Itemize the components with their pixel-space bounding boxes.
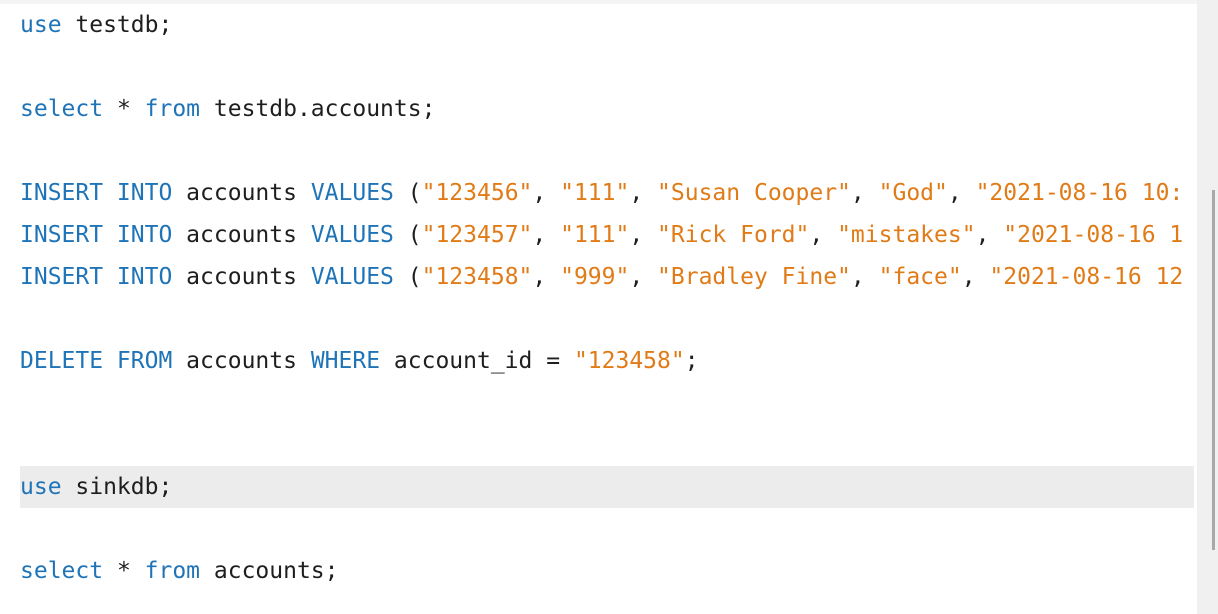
- code-text: (: [393, 264, 422, 290]
- code-text: accounts: [172, 264, 311, 290]
- code-line-14[interactable]: select * from accounts;: [20, 550, 1194, 592]
- sql-keyword: VALUES: [310, 264, 394, 290]
- code-text: testdb;: [61, 12, 173, 38]
- sql-keyword: WHERE: [310, 348, 381, 374]
- sql-keyword: from: [144, 96, 201, 122]
- code-text: ,: [850, 264, 879, 290]
- sql-editor[interactable]: use testdb; select * from testdb.account…: [0, 0, 1197, 614]
- string-literal: "123456": [421, 180, 533, 206]
- scrollbar-thumb[interactable]: [1212, 190, 1215, 550]
- code-text: ,: [532, 180, 561, 206]
- sql-keyword: select: [20, 558, 104, 584]
- sql-keyword: from: [144, 558, 201, 584]
- string-literal: "Bradley Fine": [657, 264, 851, 290]
- code-line-10[interactable]: [20, 382, 1194, 424]
- string-literal: "2021-08-16 1: [1003, 222, 1184, 248]
- code-text: ,: [947, 180, 976, 206]
- code-text: ;: [684, 348, 699, 374]
- code-line-1[interactable]: use testdb;: [20, 4, 1194, 46]
- code-text: ,: [629, 264, 658, 290]
- code-text: (: [393, 222, 422, 248]
- code-text: ,: [629, 222, 658, 248]
- code-text: testdb.accounts;: [200, 96, 436, 122]
- string-literal: "111": [560, 222, 630, 248]
- sql-keyword: INSERT INTO: [20, 222, 173, 248]
- code-line-7[interactable]: INSERT INTO accounts VALUES ("123458", "…: [20, 256, 1194, 298]
- string-literal: "2021-08-16 10:: [975, 180, 1184, 206]
- code-text: *: [103, 96, 145, 122]
- code-line-5[interactable]: INSERT INTO accounts VALUES ("123456", "…: [20, 172, 1194, 214]
- sql-keyword: INSERT INTO: [20, 264, 173, 290]
- code-line-2[interactable]: [20, 46, 1194, 88]
- sql-keyword: INSERT INTO: [20, 180, 173, 206]
- code-line-9[interactable]: DELETE FROM accounts WHERE account_id = …: [20, 340, 1194, 382]
- string-literal: "God": [878, 180, 948, 206]
- code-text: accounts;: [200, 558, 339, 584]
- vertical-scrollbar[interactable]: [1197, 0, 1218, 614]
- code-text: ,: [532, 222, 561, 248]
- code-text: sinkdb;: [61, 474, 173, 500]
- code-text: ,: [809, 222, 838, 248]
- code-text: accounts: [172, 180, 311, 206]
- string-literal: "123457": [421, 222, 533, 248]
- sql-keyword: use: [20, 12, 62, 38]
- code-text: accounts: [172, 222, 311, 248]
- code-line-4[interactable]: [20, 130, 1194, 172]
- sql-keyword: use: [20, 474, 62, 500]
- code-line-13[interactable]: [20, 508, 1194, 550]
- string-literal: "Rick Ford": [657, 222, 810, 248]
- code-text: ,: [975, 222, 1004, 248]
- code-text: ,: [850, 180, 879, 206]
- sql-keyword: select: [20, 96, 104, 122]
- sql-keyword: VALUES: [310, 222, 394, 248]
- string-literal: "Susan Cooper": [657, 180, 851, 206]
- sql-keyword: VALUES: [310, 180, 394, 206]
- code-text: ,: [532, 264, 561, 290]
- string-literal: "123458": [573, 348, 685, 374]
- code-text: ,: [961, 264, 990, 290]
- string-literal: "999": [560, 264, 630, 290]
- code-line-11[interactable]: [20, 424, 1194, 466]
- code-text: (: [393, 180, 422, 206]
- code-line-8[interactable]: [20, 298, 1194, 340]
- code-text: *: [103, 558, 145, 584]
- string-literal: "2021-08-16 12: [989, 264, 1184, 290]
- code-line-6[interactable]: INSERT INTO accounts VALUES ("123457", "…: [20, 214, 1194, 256]
- code-line-3[interactable]: select * from testdb.accounts;: [20, 88, 1194, 130]
- string-literal: "face": [878, 264, 962, 290]
- code-line-12[interactable]: use sinkdb;: [20, 466, 1194, 508]
- code-text: account_id =: [380, 348, 574, 374]
- sql-keyword: DELETE FROM: [20, 348, 173, 374]
- code-text: accounts: [172, 348, 311, 374]
- string-literal: "111": [560, 180, 630, 206]
- code-text: ,: [629, 180, 658, 206]
- string-literal: "mistakes": [837, 222, 976, 248]
- string-literal: "123458": [421, 264, 533, 290]
